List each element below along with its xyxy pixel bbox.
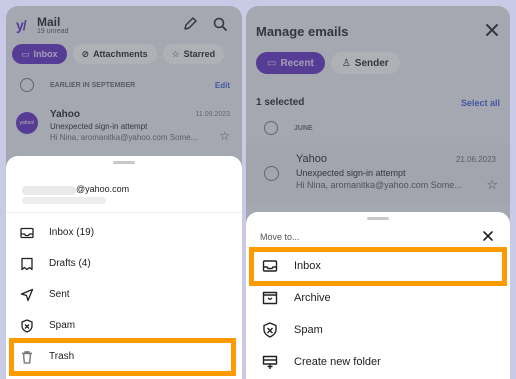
pencil-icon[interactable] xyxy=(182,16,198,32)
selected-count: 1 selected xyxy=(256,97,305,108)
archive-icon xyxy=(262,291,278,305)
filter-chips: ▭ Inbox ⊘ Attachments ☆ Starred xyxy=(12,44,225,64)
close-icon[interactable] xyxy=(482,230,494,242)
account-email: @yahoo.com xyxy=(76,184,130,194)
month-select-radio[interactable] xyxy=(264,121,278,135)
message-row[interactable]: yahoo! Yahoo 11.09.2023 Unexpected sign-… xyxy=(6,102,242,150)
chip-label: Sender xyxy=(354,57,389,69)
yahoo-logo: y/ xyxy=(16,17,27,33)
inbox-highlight-box xyxy=(249,247,507,286)
folder-inbox[interactable]: Inbox (19) xyxy=(6,218,242,248)
chip-sender[interactable]: ♙ Sender xyxy=(330,52,400,74)
message-preview: Hi Nina, aromanitka@yahoo.com Some... xyxy=(50,133,198,142)
star-icon: ☆ xyxy=(171,48,180,59)
folder-label: Sent xyxy=(49,289,70,300)
page-title: Manage emails xyxy=(256,24,349,39)
message-select-radio[interactable] xyxy=(264,166,279,181)
account-redacted xyxy=(22,197,106,204)
left-phone-screen: y/ Mail 19 unread ▭ Inbox ⊘ Attachments … xyxy=(6,6,242,379)
people-icon: ♙ xyxy=(341,57,351,69)
select-all-link[interactable]: Select all xyxy=(461,98,500,108)
spam-icon xyxy=(263,322,277,338)
chip-label: Recent xyxy=(280,57,314,69)
sheet-handle[interactable] xyxy=(367,217,389,220)
right-phone-screen: Manage emails ▭ Recent ♙ Sender 1 select… xyxy=(246,6,510,379)
section-header: EARLIER IN SEPTEMBER Edit xyxy=(6,74,242,96)
chip-label: Inbox xyxy=(33,49,58,59)
spam-icon xyxy=(21,319,33,333)
move-to-sheet: Move to... Inbox Archive Spam Create new… xyxy=(246,212,510,379)
mail-title: Mail xyxy=(37,15,61,29)
month-header: JUNE xyxy=(246,118,510,138)
message-subject: Unexpected sign-in attempt xyxy=(296,168,406,178)
sort-chips: ▭ Recent ♙ Sender xyxy=(256,52,400,74)
sheet-title: Move to... xyxy=(260,232,300,242)
draft-icon xyxy=(21,257,33,271)
message-row[interactable]: Yahoo 21.06.2023 Unexpected sign-in atte… xyxy=(246,143,510,203)
chip-inbox[interactable]: ▭ Inbox xyxy=(12,44,67,64)
message-sender: Yahoo xyxy=(296,153,327,165)
folder-label: Spam xyxy=(49,320,76,331)
sheet-handle[interactable] xyxy=(113,161,135,164)
inbox-icon xyxy=(20,227,34,239)
account-redacted xyxy=(22,186,76,195)
inbox-icon: ▭ xyxy=(267,57,277,69)
star-icon[interactable]: ☆ xyxy=(486,177,498,193)
move-to-spam[interactable]: Spam xyxy=(246,314,510,346)
folder-sheet: @yahoo.com Inbox (19) Drafts (4) Sent Sp… xyxy=(6,156,242,379)
divider xyxy=(6,212,242,213)
folder-label: Inbox (19) xyxy=(49,227,95,238)
message-subject: Unexpected sign-in attempt xyxy=(50,122,148,131)
new-folder-icon xyxy=(262,355,278,369)
message-date: 21.06.2023 xyxy=(455,155,496,164)
search-icon[interactable] xyxy=(212,16,228,32)
create-new-folder[interactable]: Create new folder xyxy=(246,346,510,378)
close-icon[interactable] xyxy=(484,22,500,38)
edit-link[interactable]: Edit xyxy=(215,81,230,90)
send-icon xyxy=(20,288,34,302)
select-all-radio[interactable] xyxy=(20,78,34,92)
chip-attachments[interactable]: ⊘ Attachments xyxy=(72,44,157,64)
folder-label: Drafts (4) xyxy=(49,258,91,269)
move-to-archive[interactable]: Archive xyxy=(246,282,510,314)
chip-label: Attachments xyxy=(93,49,148,59)
message-preview: Hi Nina, aromanitka@yahoo.com Some... xyxy=(296,180,462,190)
mail-header: y/ Mail 19 unread xyxy=(6,6,242,44)
section-label: EARLIER IN SEPTEMBER xyxy=(50,82,136,89)
paperclip-icon: ⊘ xyxy=(81,48,90,59)
selection-bar: 1 selected Select all xyxy=(246,94,510,112)
unread-count: 19 unread xyxy=(37,28,69,35)
trash-highlight-box xyxy=(9,338,236,376)
chip-starred[interactable]: ☆ Starred xyxy=(162,44,225,64)
folder-spam[interactable]: Spam xyxy=(6,311,242,341)
folder-label: Create new folder xyxy=(294,356,381,368)
chip-label: Starred xyxy=(183,49,216,59)
message-sender: Yahoo xyxy=(50,109,81,120)
sender-avatar: yahoo! xyxy=(16,112,38,134)
month-label: JUNE xyxy=(294,125,313,132)
folder-label: Spam xyxy=(294,324,323,336)
folder-label: Archive xyxy=(294,292,331,304)
folder-drafts[interactable]: Drafts (4) xyxy=(6,249,242,279)
chip-recent[interactable]: ▭ Recent xyxy=(256,52,325,74)
folder-sent[interactable]: Sent xyxy=(6,280,242,310)
message-date: 11.09.2023 xyxy=(195,111,230,118)
inbox-icon: ▭ xyxy=(21,48,30,59)
star-icon[interactable]: ☆ xyxy=(219,129,230,143)
